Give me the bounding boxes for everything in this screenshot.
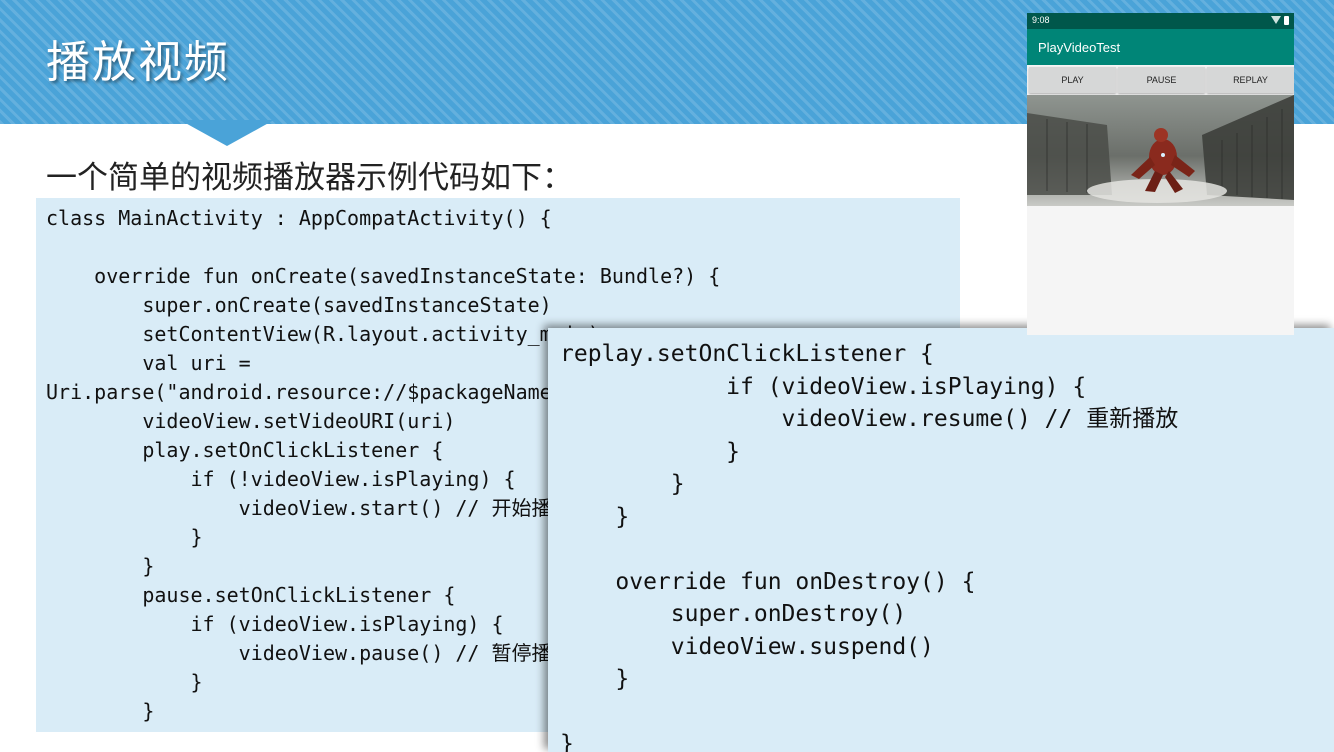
status-icons bbox=[1271, 16, 1289, 26]
video-view[interactable] bbox=[1027, 95, 1294, 206]
slide-title: 播放视频 bbox=[46, 37, 230, 88]
replay-button[interactable]: REPLAY bbox=[1207, 67, 1294, 93]
code-block-overlay: replay.setOnClickListener { if (videoVie… bbox=[548, 328, 1334, 752]
banner-notch bbox=[180, 120, 274, 146]
play-button[interactable]: PLAY bbox=[1029, 67, 1116, 93]
battery-icon bbox=[1284, 16, 1289, 25]
wifi-icon bbox=[1271, 16, 1281, 24]
button-row: PLAY PAUSE REPLAY bbox=[1027, 67, 1294, 93]
status-time: 9:08 bbox=[1032, 15, 1050, 25]
phone-screenshot: 9:08 PlayVideoTest PLAY PAUSE REPLAY bbox=[1027, 13, 1294, 335]
pause-button[interactable]: PAUSE bbox=[1118, 67, 1205, 93]
intro-text: 一个简单的视频播放器示例代码如下： bbox=[46, 160, 573, 196]
status-bar: 9:08 bbox=[1027, 13, 1294, 29]
code-overlay-text: replay.setOnClickListener { if (videoVie… bbox=[560, 341, 1179, 752]
app-title: PlayVideoTest bbox=[1038, 40, 1121, 55]
app-bar: PlayVideoTest bbox=[1027, 29, 1294, 65]
